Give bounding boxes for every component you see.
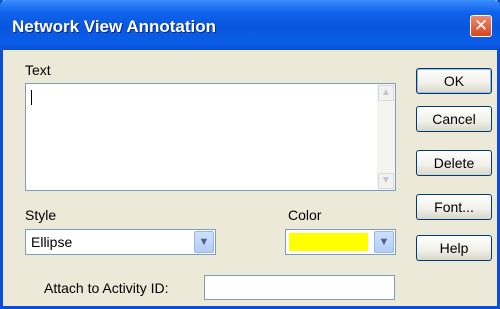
- chevron-down-icon[interactable]: ▼: [194, 231, 214, 253]
- close-icon: ✕: [473, 16, 489, 35]
- scroll-up-arrow-icon[interactable]: ▲: [378, 85, 394, 101]
- cancel-button[interactable]: Cancel: [416, 106, 492, 132]
- text-scrollbar[interactable]: ▲ ▼: [377, 84, 395, 190]
- title-bar[interactable]: Network View Annotation ✕: [0, 0, 500, 50]
- dialog-title: Network View Annotation: [12, 17, 217, 36]
- ok-button[interactable]: OK: [416, 68, 492, 94]
- text-caret: [31, 90, 32, 105]
- annotation-text-area[interactable]: ▲ ▼: [25, 83, 396, 191]
- close-button[interactable]: ✕: [470, 15, 492, 37]
- color-label: Color: [288, 207, 322, 223]
- scroll-down-arrow-icon[interactable]: ▼: [378, 173, 394, 189]
- activity-id-input[interactable]: [204, 275, 395, 300]
- color-swatch: [289, 233, 368, 251]
- style-label: Style: [25, 207, 57, 223]
- dialog-window: Network View Annotation ✕ Text ▲ ▼ Style…: [0, 0, 500, 309]
- attach-label: Attach to Activity ID:: [44, 280, 169, 296]
- help-button[interactable]: Help: [416, 235, 492, 261]
- style-select[interactable]: Ellipse ▼: [25, 229, 216, 255]
- delete-button[interactable]: Delete: [416, 150, 492, 176]
- style-selected-value: Ellipse: [31, 234, 73, 250]
- font-button[interactable]: Font...: [416, 194, 492, 220]
- text-label: Text: [25, 62, 51, 78]
- color-select[interactable]: ▼: [285, 229, 396, 255]
- chevron-down-icon[interactable]: ▼: [374, 231, 394, 253]
